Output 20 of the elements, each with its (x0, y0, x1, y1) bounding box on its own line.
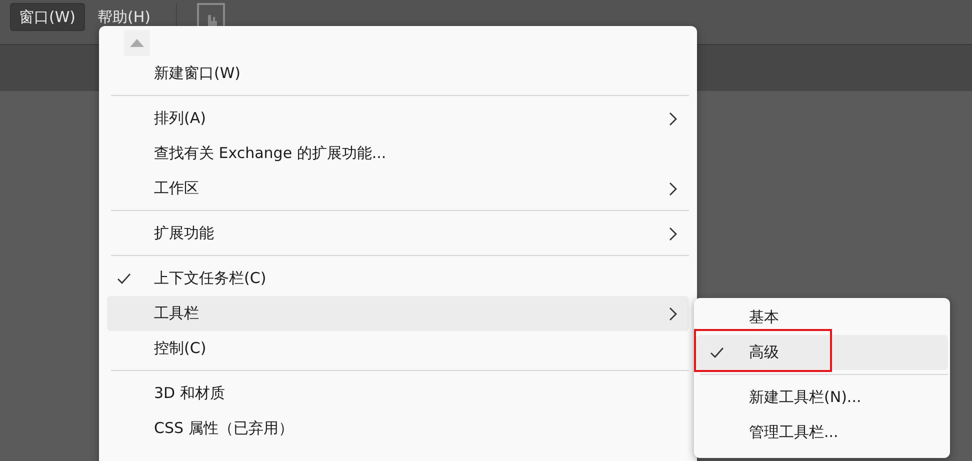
menu-title[interactable]: 窗口(W) (10, 3, 85, 31)
chevron-right-icon (669, 306, 677, 320)
menu-item[interactable]: 排列(A) (107, 101, 689, 136)
menu-item[interactable]: 工作区 (107, 171, 689, 206)
menu-item[interactable]: 工具栏 (107, 296, 689, 331)
menu-item[interactable]: 扩展功能 (107, 216, 689, 251)
check-icon (710, 346, 724, 358)
triangle-up-icon (130, 39, 144, 47)
chevron-right-icon (669, 112, 677, 126)
menu-item[interactable]: 高级 (696, 335, 948, 370)
check-icon (117, 272, 131, 284)
chevron-right-icon (669, 226, 677, 240)
menu-item[interactable]: CSS 属性（已弃用） (107, 411, 689, 446)
menu-item[interactable]: 3D 和材质 (107, 376, 689, 411)
menu-item[interactable]: 控制(C) (107, 331, 689, 366)
menu-item[interactable]: 新建工具栏(N)... (696, 380, 948, 415)
chevron-right-icon (669, 182, 677, 196)
menu-item[interactable]: 上下文任务栏(C) (107, 261, 689, 296)
menu-item[interactable]: 管理工具栏... (696, 415, 948, 450)
menu-item[interactable]: 查找有关 Exchange 的扩展功能... (107, 136, 689, 171)
